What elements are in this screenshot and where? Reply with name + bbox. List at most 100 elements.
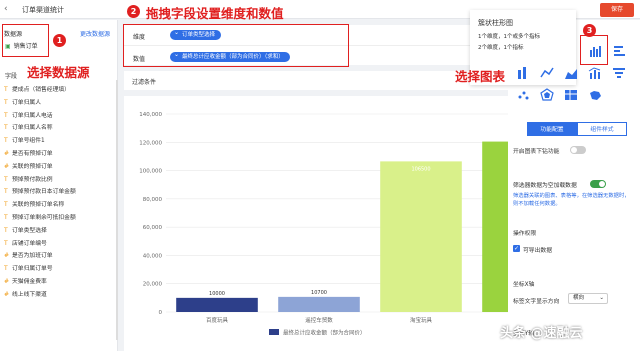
field-item[interactable]: # 是否有预掉订单 (4, 148, 116, 161)
filter-label: 过滤条件 (132, 79, 157, 86)
text-field-icon: T (4, 201, 8, 209)
number-field-icon: # (4, 252, 10, 260)
y-tick-label: 120,000 (139, 140, 162, 146)
field-item[interactable]: T 关联的预掉订单名称 (4, 199, 116, 212)
text-field-icon: T (4, 239, 8, 247)
funnel-chart-icon[interactable] (612, 66, 626, 80)
field-item[interactable]: T 订单归属人 (4, 97, 116, 110)
legend-swatch (269, 329, 279, 335)
field-label: 订单归属人名称 (12, 125, 53, 132)
text-field-icon: T (4, 124, 8, 132)
number-field-icon: # (4, 277, 10, 285)
field-item[interactable]: T 提成点（销售经理填） (4, 84, 116, 97)
bar-chart-icon[interactable] (612, 44, 626, 58)
y-tick-label: 20,000 (143, 282, 163, 288)
field-label: 订单归属人电话 (12, 112, 53, 119)
x-axis-label: 坐标X轴 (513, 282, 535, 288)
text-field-icon: T (4, 265, 8, 273)
field-label: 是否有预掉订单 (12, 150, 53, 157)
field-item[interactable]: # 是否为加班订单 (4, 250, 116, 263)
watermark: 头条 @速融云 (500, 326, 583, 341)
datasource-highlight (2, 24, 49, 57)
x-axis-direction-value: 横向 (573, 295, 585, 301)
field-label: 订单归属订单号 (12, 266, 53, 273)
annotation-select-chart: 选择图表 (455, 69, 506, 84)
y-tick-label: 80,000 (143, 197, 163, 203)
y-tick-label: 60,000 (143, 225, 163, 231)
field-label: 天猫佣金费率 (12, 278, 47, 285)
back-arrow-icon[interactable]: ‹ (4, 4, 8, 14)
field-item[interactable]: T 订单归属人名称 (4, 122, 116, 135)
field-item[interactable]: T 预掉订单剩余可抵扣金额 (4, 212, 116, 225)
annotation-select-datasource: 选择数据源 (27, 65, 90, 80)
bar (380, 161, 462, 312)
field-list-scrollbar[interactable] (116, 80, 118, 340)
combo-chart-icon[interactable] (588, 66, 602, 80)
field-item[interactable]: T 订单号组件1 (4, 135, 116, 148)
filter-blank-toggle[interactable] (590, 180, 606, 188)
field-item[interactable]: # 关联的预掉订单 (4, 161, 116, 174)
area-chart-icon[interactable] (564, 66, 578, 80)
column-chart-icon[interactable] (516, 66, 530, 80)
data-label: 10000 (209, 291, 225, 297)
field-item[interactable]: T 店铺订单编号 (4, 238, 116, 251)
field-label: 线上线下渠道 (12, 291, 47, 298)
y-tick-label: 100,000 (139, 169, 162, 175)
tooltip-line-1: 1个维度，1个或多个指标 (478, 34, 540, 40)
tab-component-style[interactable]: 组件样式 (577, 122, 627, 136)
text-field-icon: T (4, 213, 8, 221)
export-label: 可导出数据 (523, 248, 552, 254)
field-list: T 提成点（销售经理填） T 订单归属人 T 订单归属人电话 T 订单归属人名称 T 订单号组件1… (4, 84, 116, 302)
fields-label: 字段 (5, 73, 18, 80)
x-axis-direction-select[interactable]: 横向 ⌄ (568, 293, 608, 304)
y-tick-label: 140,000 (139, 112, 162, 118)
radar-chart-icon[interactable] (540, 88, 554, 102)
filter-blank-note: 筛选器关联的图表、表格等，在筛选器无数据时，则不加载任何数据。 (513, 193, 630, 207)
change-datasource-link[interactable]: 更改数据源 (80, 29, 110, 38)
x-axis-direction-label: 标签文字显示方向 (513, 299, 560, 305)
field-item[interactable]: T 预掉预付款比例 (4, 174, 116, 187)
field-item[interactable]: # 天猫佣金费率 (4, 276, 116, 289)
field-item[interactable]: T 预掉预付款日本订单金额 (4, 186, 116, 199)
text-field-icon: T (4, 188, 8, 196)
field-label: 订单归属人 (12, 99, 41, 106)
tooltip-title: 簇状柱形图 (478, 19, 513, 27)
field-label: 提成点（销售经理填） (12, 87, 70, 93)
chevron-down-icon: ⌄ (599, 295, 604, 301)
fields-highlight (123, 24, 349, 67)
data-label: 10700 (311, 290, 327, 296)
text-field-icon: T (4, 175, 8, 183)
permission-label: 操作权限 (513, 231, 537, 237)
number-field-icon: # (4, 162, 10, 170)
data-label: 106500 (411, 166, 430, 172)
field-item[interactable]: T 订单类型选择 (4, 225, 116, 238)
field-label: 预掉订单剩余可抵扣金额 (12, 214, 76, 221)
field-label: 订单类型选择 (12, 227, 47, 234)
chart-type-highlight (580, 35, 608, 65)
text-field-icon: T (4, 137, 8, 145)
tab-function-config[interactable]: 功能配置 (527, 122, 577, 136)
field-item[interactable]: T 订单归属人电话 (4, 110, 116, 123)
bar (176, 297, 258, 312)
field-item[interactable]: T 订单归属订单号 (4, 263, 116, 276)
scatter-chart-icon[interactable] (516, 88, 530, 102)
field-item[interactable]: # 线上线下渠道 (4, 289, 116, 302)
field-label: 店铺订单编号 (12, 240, 47, 247)
map-chart-icon[interactable] (588, 88, 602, 102)
filter-blank-label: 筛选器数据为空加载数据 (513, 183, 577, 189)
line-chart-icon[interactable] (540, 66, 554, 80)
text-field-icon: T (4, 226, 8, 234)
number-field-icon: # (4, 290, 10, 298)
field-label: 关联的预掉订单 (12, 163, 53, 170)
step-2-badge: 2 (127, 5, 140, 18)
y-tick-label: 0 (159, 310, 163, 316)
save-button[interactable]: 保存 (600, 3, 634, 17)
field-label: 是否为加班订单 (12, 253, 53, 260)
annotation-drag-fields: 拖拽字段设置维度和数值 (146, 6, 284, 21)
legend-label: 最终总计应收金额（部为合同价） (283, 329, 366, 337)
drill-down-toggle[interactable] (570, 146, 586, 154)
x-tick-label: 淘宝玩具 (410, 316, 433, 324)
export-checkbox[interactable]: ✓ (513, 245, 520, 252)
field-label: 订单号组件1 (12, 138, 45, 145)
table-chart-icon[interactable] (564, 88, 578, 102)
